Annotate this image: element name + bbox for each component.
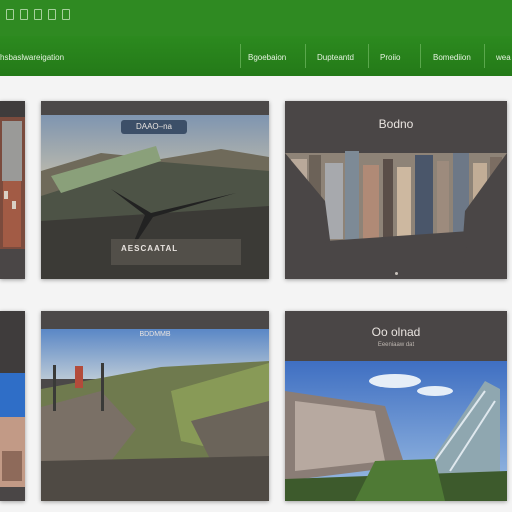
card-caption: DAAO–na	[121, 120, 187, 134]
nav-divider	[240, 44, 241, 68]
gallery-card-landscape[interactable]: BDDMMB	[41, 311, 269, 501]
gallery-card-bird[interactable]: DAAO–na AESCAATAL	[41, 101, 269, 279]
window-controls	[6, 9, 70, 20]
site-brand[interactable]: hsbaslwareigation	[0, 53, 64, 62]
card-thumbnail	[41, 311, 269, 501]
window-icon[interactable]	[6, 9, 14, 20]
gallery-card-city[interactable]: Bodno	[285, 101, 507, 279]
window-icon[interactable]	[34, 9, 42, 20]
nav-divider	[420, 44, 421, 68]
nav-divider	[368, 44, 369, 68]
window-icon[interactable]	[20, 9, 28, 20]
card-pager-dot[interactable]	[395, 272, 398, 275]
top-bar	[0, 0, 512, 36]
card-caption: BDDMMB	[139, 331, 171, 338]
nav-item-5[interactable]: wea	[496, 53, 511, 62]
nav-divider	[305, 44, 306, 68]
nav-bar: hsbaslwareigation Bgoebaion Dupteantd Pr…	[0, 36, 512, 76]
card-overlay-text: AESCAATAL	[121, 244, 179, 253]
nav-item-3[interactable]: Proiio	[380, 53, 400, 62]
card-thumbnail	[0, 311, 25, 501]
nav-divider	[484, 44, 485, 68]
window-icon[interactable]	[48, 9, 56, 20]
nav-item-1[interactable]: Bgoebaion	[248, 53, 286, 62]
card-thumbnail	[0, 101, 25, 279]
gallery-card-train[interactable]: Oo olnad Eeeniaaw dat	[285, 311, 507, 501]
card-thumbnail	[285, 361, 507, 501]
nav-item-4[interactable]: Bomediion	[433, 53, 471, 62]
gallery-card-left-partial[interactable]	[0, 311, 25, 501]
window-icon[interactable]	[62, 9, 70, 20]
card-thumbnail	[285, 151, 507, 279]
nav-item-2[interactable]: Dupteantd	[317, 53, 354, 62]
gallery-card-left-partial[interactable]	[0, 101, 25, 279]
